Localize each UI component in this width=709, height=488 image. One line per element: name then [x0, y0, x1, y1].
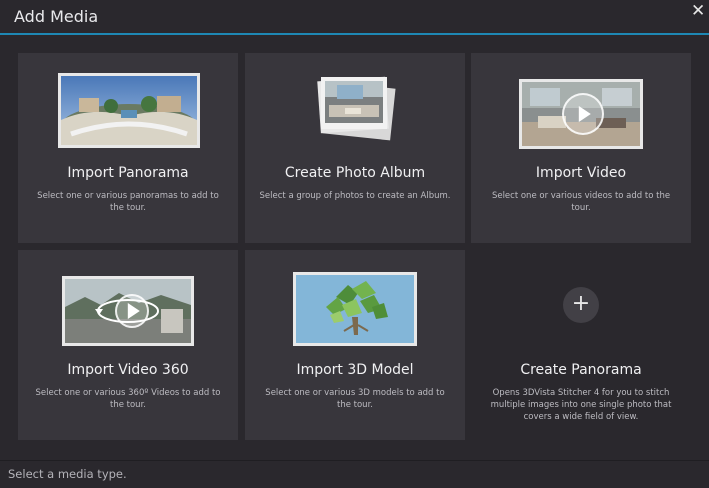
close-icon[interactable]: ✕	[691, 3, 705, 20]
card-title: Import Video	[535, 165, 627, 181]
play-icon	[562, 93, 604, 135]
card-title: Create Panorama	[520, 362, 642, 378]
create-photo-album-card[interactable]: Create Photo Album Select a group of pho…	[245, 53, 465, 243]
panorama-thumbnail-icon	[58, 73, 200, 148]
dialog-title: Add Media	[14, 7, 99, 26]
card-description: Select one or various 3D models to add t…	[265, 388, 445, 410]
status-text: Select a media type.	[8, 467, 127, 481]
add-media-dialog: Add Media ✕ Import Panorama Select one o…	[0, 0, 709, 488]
card-description: Select one or various videos to add to t…	[491, 191, 671, 213]
card-title: Import Video 360	[67, 362, 189, 378]
photo-album-thumbnail-icon	[315, 75, 396, 141]
card-description: Select one or various 360º Videos to add…	[35, 388, 221, 410]
status-bar: Select a media type.	[0, 460, 709, 488]
card-description: Opens 3DVista Stitcher 4 for you to stit…	[490, 388, 672, 422]
title-accent-line	[0, 33, 709, 35]
create-panorama-card[interactable]: + Create Panorama Opens 3DVista Stitcher…	[471, 250, 691, 440]
card-title: Import Panorama	[67, 165, 189, 181]
card-title: Create Photo Album	[284, 165, 426, 181]
card-description: Select one or various panoramas to add t…	[37, 191, 219, 213]
plus-icon: +	[563, 287, 599, 323]
title-bar: Add Media ✕	[0, 0, 709, 34]
play-icon	[115, 294, 149, 328]
media-type-grid: Import Panorama Select one or various pa…	[18, 53, 691, 441]
video-thumbnail-icon	[519, 79, 643, 149]
import-3d-model-card[interactable]: Import 3D Model Select one or various 3D…	[245, 250, 465, 440]
import-panorama-card[interactable]: Import Panorama Select one or various pa…	[18, 53, 238, 243]
video-360-thumbnail-icon	[62, 276, 194, 346]
import-video-360-card[interactable]: Import Video 360 Select one or various 3…	[18, 250, 238, 440]
card-description: Select a group of photos to create an Al…	[259, 191, 451, 201]
3d-model-thumbnail-icon	[293, 272, 417, 346]
card-title: Import 3D Model	[296, 362, 414, 378]
import-video-card[interactable]: Import Video Select one or various video…	[471, 53, 691, 243]
